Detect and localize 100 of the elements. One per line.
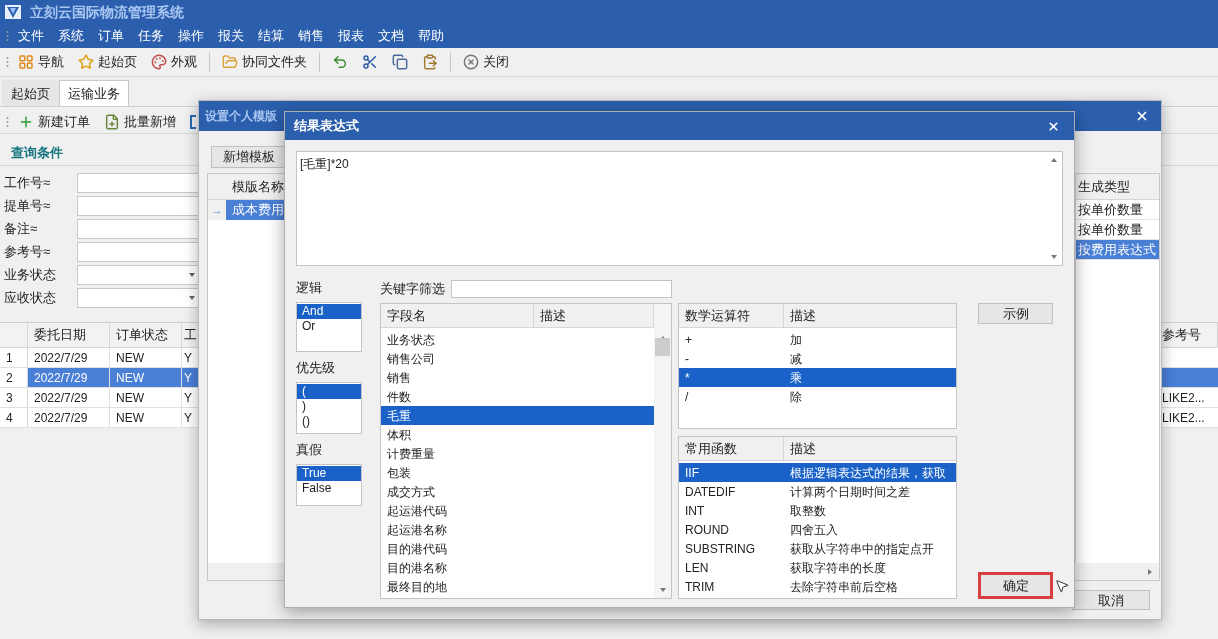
folder-icon bbox=[222, 54, 238, 70]
table-row[interactable]: TRIM 去除字符串前后空格 bbox=[679, 577, 956, 596]
list-option[interactable]: And bbox=[297, 304, 361, 319]
field-row[interactable]: 成交方式 bbox=[381, 482, 654, 501]
table-row[interactable]: LEN 获取字符串的长度 bbox=[679, 558, 956, 577]
table-cell-text: 按单价数量 bbox=[1078, 200, 1143, 219]
toolbar-button[interactable]: 起始页 bbox=[72, 50, 143, 74]
menu-item[interactable]: 报表 bbox=[332, 26, 370, 46]
table-cell-text: 获取从字符串中的指定点开 bbox=[789, 540, 934, 558]
menu-item[interactable]: 任务 bbox=[132, 26, 170, 46]
toolbar-button[interactable]: 新建订单 bbox=[12, 109, 96, 134]
field-row[interactable]: 业务状态 bbox=[381, 330, 654, 349]
field-row[interactable]: 起运港名称 bbox=[381, 520, 654, 539]
close-icon bbox=[463, 54, 479, 70]
column-header: 模版名称 bbox=[232, 177, 284, 196]
close-icon[interactable] bbox=[1047, 119, 1060, 133]
table-row[interactable]: - 减 bbox=[679, 349, 956, 368]
field-name: 目的港名称 bbox=[387, 559, 447, 577]
example-button[interactable]: 示例 bbox=[978, 303, 1053, 324]
field-row[interactable]: 最终目的地 bbox=[381, 577, 654, 596]
star-icon bbox=[78, 54, 94, 70]
menu-item[interactable]: 系统 bbox=[52, 26, 90, 46]
cancel-button[interactable]: 取消 bbox=[1072, 590, 1150, 610]
table-row[interactable]: ROUND 四舍五入 bbox=[679, 520, 956, 539]
field-row[interactable]: 包装 bbox=[381, 463, 654, 482]
tab[interactable]: 运输业务 bbox=[59, 80, 129, 106]
option-list[interactable]: And Or bbox=[296, 302, 362, 352]
toolbar-button[interactable]: 协同文件夹 bbox=[216, 50, 313, 74]
toolbar-button[interactable]: 导航 bbox=[12, 50, 70, 74]
table-cell-text: 2022/7/29 bbox=[34, 389, 88, 407]
table-row[interactable]: INT 取整数 bbox=[679, 501, 956, 520]
toolbar-button[interactable]: 批量新增 bbox=[98, 109, 182, 134]
scroll-right-icon[interactable] bbox=[1146, 567, 1154, 576]
option-list[interactable]: ( ) () bbox=[296, 382, 362, 434]
table-cell-text: Y bbox=[184, 409, 192, 427]
table-cell-text: NEW bbox=[116, 409, 144, 427]
field-label: 提单号≈ bbox=[3, 197, 52, 216]
toolbar-button[interactable]: 关闭 bbox=[457, 50, 515, 74]
scroll-up-icon[interactable] bbox=[1050, 156, 1058, 164]
field-row[interactable]: 目的港代码 bbox=[381, 539, 654, 558]
field-row[interactable]: 体积 bbox=[381, 425, 654, 444]
table-cell-text: LIKE2... bbox=[1162, 409, 1205, 427]
field-row[interactable]: 起运港代码 bbox=[381, 501, 654, 520]
template-row[interactable]: 按单价数量 bbox=[1076, 200, 1159, 220]
table-row[interactable]: IIF 根据逻辑表达式的结果，获取 bbox=[679, 463, 956, 482]
table-cell-text: 根据逻辑表达式的结果，获取 bbox=[789, 464, 946, 482]
paste-icon bbox=[422, 54, 438, 70]
field-row[interactable]: 目的港名称 bbox=[381, 558, 654, 577]
filter-input-field[interactable] bbox=[451, 280, 672, 298]
tab[interactable]: 起始页 bbox=[2, 80, 59, 106]
field-row[interactable]: 件数 bbox=[381, 387, 654, 406]
field-row[interactable]: 毛重 bbox=[381, 406, 654, 425]
caret-icon bbox=[189, 273, 195, 277]
expression-field[interactable]: [毛重]*20 bbox=[296, 151, 1063, 266]
table-cell-text: 减 bbox=[789, 350, 802, 368]
scroll-down-icon[interactable] bbox=[1050, 253, 1058, 261]
table-row[interactable]: / 除 bbox=[679, 387, 956, 406]
column-header: 工 bbox=[184, 326, 197, 345]
menu-item[interactable]: 订单 bbox=[92, 26, 130, 46]
list-option[interactable]: False bbox=[297, 481, 361, 496]
scroll-down-icon[interactable] bbox=[658, 586, 667, 594]
field-row[interactable]: 计费重量 bbox=[381, 444, 654, 463]
row-number: 3 bbox=[6, 389, 13, 407]
list-option[interactable]: ( bbox=[297, 384, 361, 399]
toolbar-button[interactable]: 外观 bbox=[145, 50, 203, 74]
menu-item[interactable]: 报关 bbox=[212, 26, 250, 46]
vertical-scrollbar[interactable] bbox=[654, 304, 671, 598]
list-option[interactable]: Or bbox=[297, 319, 361, 334]
field-row[interactable]: 销售公司 bbox=[381, 349, 654, 368]
table-row[interactable]: * 乘 bbox=[679, 368, 956, 387]
list-option[interactable]: () bbox=[297, 414, 361, 429]
table-cell-text: / bbox=[684, 388, 690, 406]
option-list[interactable]: True False bbox=[296, 464, 362, 506]
window-title: 立刻云国际物流管理系统 bbox=[30, 2, 184, 22]
table-row[interactable]: + 加 bbox=[679, 330, 956, 349]
table-cell-text: 取整数 bbox=[789, 502, 826, 520]
table-row[interactable]: DATEDIF 计算两个日期时间之差 bbox=[679, 482, 956, 501]
group-label: 优先级 bbox=[296, 358, 335, 377]
row-indicator-icon: → bbox=[211, 201, 223, 219]
add-template-button[interactable]: 新增模板 bbox=[211, 145, 287, 168]
menu-item[interactable]: 文件 bbox=[12, 26, 50, 46]
list-option[interactable]: ) bbox=[297, 399, 361, 414]
close-icon[interactable] bbox=[1135, 109, 1149, 123]
scroll-thumb[interactable] bbox=[655, 338, 670, 356]
column-header: 描述 bbox=[540, 306, 566, 325]
dialog-title: 结果表达式 bbox=[294, 117, 359, 136]
field-row[interactable]: 销售 bbox=[381, 368, 654, 387]
palette-icon bbox=[151, 54, 167, 70]
menu-item[interactable]: 结算 bbox=[252, 26, 290, 46]
menu-item[interactable]: 文档 bbox=[372, 26, 410, 46]
grid-icon bbox=[18, 54, 34, 70]
list-option[interactable]: True bbox=[297, 466, 361, 481]
ok-button[interactable]: 确定 bbox=[978, 572, 1053, 599]
menu-item[interactable]: 帮助 bbox=[412, 26, 450, 46]
table-row[interactable]: SUBSTRING 获取从字符串中的指定点开 bbox=[679, 539, 956, 558]
menu-item[interactable]: 操作 bbox=[172, 26, 210, 46]
table-cell-text: 2022/7/29 bbox=[34, 409, 88, 427]
table-cell-text: LIKE2... bbox=[1162, 389, 1205, 407]
table-cell-text: 按单价数量 bbox=[1078, 220, 1143, 239]
menu-item[interactable]: 销售 bbox=[292, 26, 330, 46]
